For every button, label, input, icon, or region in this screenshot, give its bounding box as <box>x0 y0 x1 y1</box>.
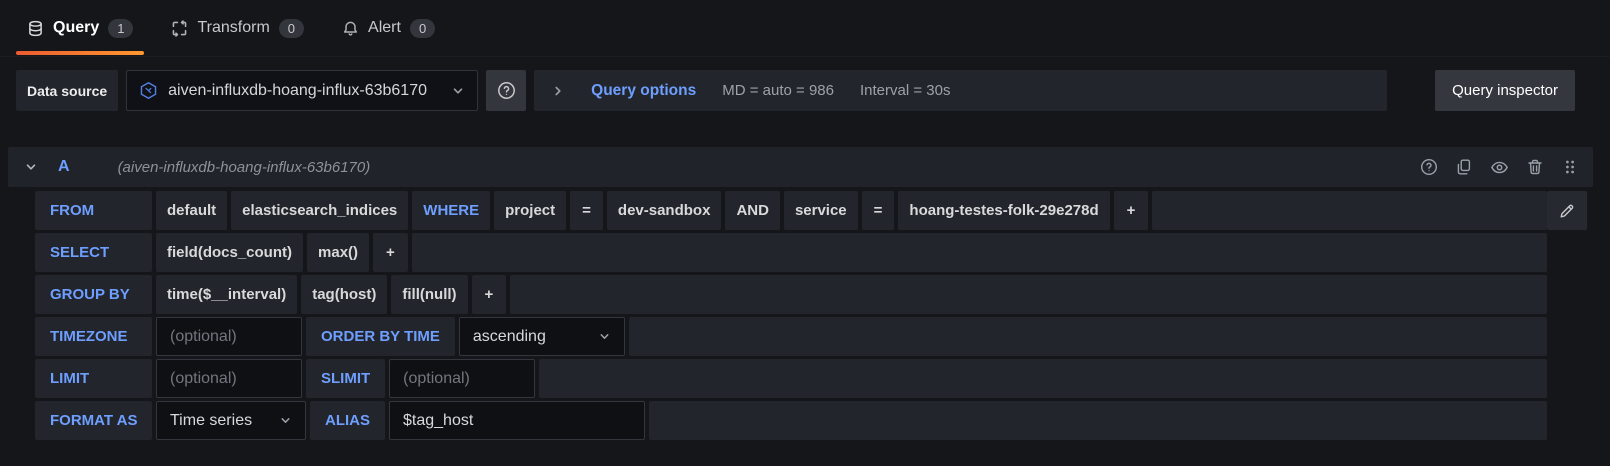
group-by-fill-segment[interactable]: fill(null) <box>391 275 467 314</box>
order-by-time-label: ORDER BY TIME <box>306 317 455 356</box>
query-header[interactable]: A (aiven-influxdb-hoang-influx-63b6170) <box>8 147 1593 187</box>
where-value-segment[interactable]: dev-sandbox <box>607 191 722 230</box>
chevron-down-icon <box>279 414 292 427</box>
tab-alert[interactable]: Alert 0 <box>331 0 446 56</box>
toggle-text-edit-mode-button[interactable] <box>1547 191 1587 230</box>
where-operator2-segment[interactable]: = <box>862 191 895 230</box>
timezone-row-filler <box>629 317 1547 356</box>
select-row-filler <box>412 233 1547 272</box>
query-ref-id: A <box>58 158 70 176</box>
limit-row: LIMIT SLIMIT <box>35 359 1547 398</box>
format-as-row-filler <box>649 401 1547 440</box>
tab-query-label: Query <box>53 19 99 37</box>
tab-query[interactable]: Query 1 <box>16 0 144 56</box>
group-by-row: GROUP BY time($__interval) tag(host) fil… <box>35 275 1547 314</box>
tab-transform-label: Transform <box>197 19 269 37</box>
where-keyword: WHERE <box>412 191 490 230</box>
from-row-filler <box>1152 191 1547 230</box>
help-circle-icon <box>497 81 516 100</box>
where-key-segment[interactable]: project <box>494 191 566 230</box>
group-by-row-filler <box>510 275 1547 314</box>
chevron-down-icon <box>598 330 611 343</box>
duplicate-query-icon[interactable] <box>1455 158 1473 176</box>
influx-query-builder: FROM default elasticsearch_indices WHERE… <box>8 191 1593 440</box>
timezone-label: TIMEZONE <box>35 317 152 356</box>
delete-query-trash-icon[interactable] <box>1526 158 1544 176</box>
query-editor-row: A (aiven-influxdb-hoang-influx-63b6170) <box>8 147 1593 440</box>
interval-value: Interval = 30s <box>860 82 950 99</box>
limit-label: LIMIT <box>35 359 152 398</box>
query-inspector-button[interactable]: Query inspector <box>1435 70 1575 111</box>
select-label: SELECT <box>35 233 152 272</box>
format-as-select[interactable]: Time series <box>156 401 306 440</box>
timezone-row: TIMEZONE ORDER BY TIME ascending <box>35 317 1547 356</box>
add-condition-button[interactable]: + <box>1114 191 1149 230</box>
transform-count-badge: 0 <box>279 19 304 38</box>
format-as-label: FORMAT AS <box>35 401 152 440</box>
query-help-icon[interactable] <box>1420 158 1438 176</box>
datasource-help-button[interactable] <box>486 70 526 111</box>
add-select-part-button[interactable]: + <box>373 233 408 272</box>
slimit-input[interactable] <box>389 359 535 398</box>
query-options-toggle[interactable]: Query options MD = auto = 986 Interval =… <box>534 70 1387 111</box>
editor-tab-bar: Query 1 Transform 0 Alert 0 <box>0 0 1610 57</box>
alias-label: ALIAS <box>310 401 385 440</box>
limit-row-filler <box>539 359 1547 398</box>
active-tab-underline <box>16 51 144 55</box>
query-datasource-hint: (aiven-influxdb-hoang-influx-63b6170) <box>118 159 371 176</box>
add-group-by-button[interactable]: + <box>472 275 507 314</box>
format-as-value: Time series <box>170 412 252 430</box>
where-value2-segment[interactable]: hoang-testes-folk-29e278d <box>898 191 1109 230</box>
toggle-visibility-eye-icon[interactable] <box>1490 158 1509 177</box>
select-row: SELECT field(docs_count) max() + <box>35 233 1547 272</box>
select-aggregation-segment[interactable]: max() <box>307 233 369 272</box>
select-field-segment[interactable]: field(docs_count) <box>156 233 303 272</box>
where-key2-segment[interactable]: service <box>784 191 858 230</box>
datasource-name: aiven-influxdb-hoang-influx-63b6170 <box>168 82 441 100</box>
slimit-label: SLIMIT <box>306 359 385 398</box>
alert-count-badge: 0 <box>410 19 435 38</box>
where-condition-and-segment[interactable]: AND <box>725 191 780 230</box>
order-by-time-select[interactable]: ascending <box>459 317 625 356</box>
group-by-time-segment[interactable]: time($__interval) <box>156 275 297 314</box>
alias-input[interactable] <box>389 401 645 440</box>
max-data-points-value: MD = auto = 986 <box>722 82 834 99</box>
pencil-icon <box>1558 202 1576 220</box>
chevron-down-icon <box>451 84 465 98</box>
format-as-row: FORMAT AS Time series ALIAS <box>35 401 1547 440</box>
order-by-time-value: ascending <box>473 328 546 346</box>
from-label: FROM <box>35 191 152 230</box>
retention-policy-segment[interactable]: default <box>156 191 227 230</box>
influxdb-logo-icon <box>139 81 158 100</box>
query-toolbar: Data source aiven-influxdb-hoang-influx-… <box>16 70 1575 111</box>
group-by-tag-segment[interactable]: tag(host) <box>301 275 387 314</box>
transform-icon <box>171 20 188 37</box>
collapse-chevron-icon[interactable] <box>24 160 38 174</box>
query-count-badge: 1 <box>108 19 133 38</box>
database-icon <box>27 20 44 37</box>
measurement-segment[interactable]: elasticsearch_indices <box>231 191 408 230</box>
from-row: FROM default elasticsearch_indices WHERE… <box>35 191 1547 230</box>
group-by-label: GROUP BY <box>35 275 152 314</box>
query-options-label: Query options <box>591 82 696 100</box>
where-operator-segment[interactable]: = <box>570 191 603 230</box>
bell-icon <box>342 20 359 37</box>
drag-handle-icon[interactable] <box>1561 158 1579 176</box>
datasource-label: Data source <box>16 70 118 111</box>
limit-input[interactable] <box>156 359 302 398</box>
tab-alert-label: Alert <box>368 19 401 37</box>
datasource-picker[interactable]: aiven-influxdb-hoang-influx-63b6170 <box>126 70 478 111</box>
chevron-right-icon <box>551 84 565 98</box>
timezone-input[interactable] <box>156 317 302 356</box>
tab-transform[interactable]: Transform 0 <box>160 0 315 56</box>
query-actions <box>1420 158 1579 177</box>
